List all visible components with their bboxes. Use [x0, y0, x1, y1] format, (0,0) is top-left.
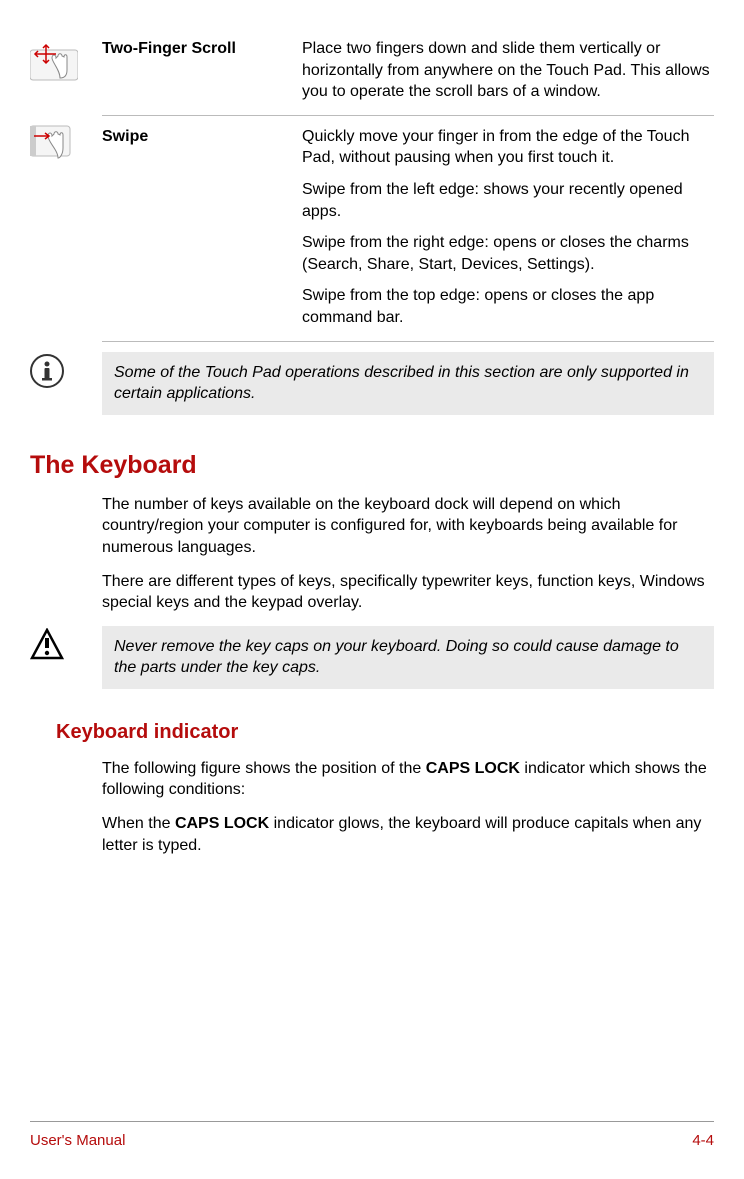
two-finger-scroll-icon [30, 40, 78, 88]
bold-text: CAPS LOCK [426, 760, 520, 777]
gesture-paragraph: Swipe from the right edge: opens or clos… [302, 232, 714, 275]
body-paragraph: When the CAPS LOCK indicator glows, the … [102, 813, 714, 856]
warning-icon [30, 628, 64, 662]
gesture-row: Swipe Quickly move your finger in from t… [30, 116, 714, 342]
footer-title: User's Manual [30, 1132, 125, 1149]
gesture-name: Two-Finger Scroll [102, 38, 302, 103]
gesture-paragraph: Swipe from the left edge: shows your rec… [302, 179, 714, 222]
warning-callout-text: Never remove the key caps on your keyboa… [102, 626, 714, 689]
gesture-illustration [30, 38, 102, 93]
gesture-paragraph: Swipe from the top edge: opens or closes… [302, 285, 714, 328]
gesture-name: Swipe [102, 126, 302, 329]
gesture-description: Quickly move your finger in from the edg… [302, 126, 714, 329]
gesture-illustration [30, 116, 102, 171]
body-paragraph: The following figure shows the position … [102, 758, 714, 801]
warning-callout: Never remove the key caps on your keyboa… [30, 626, 714, 689]
sub-heading: Keyboard indicator [56, 721, 714, 744]
info-callout: Some of the Touch Pad operations describ… [30, 352, 714, 415]
gesture-paragraph: Place two fingers down and slide them ve… [302, 38, 714, 103]
info-callout-text: Some of the Touch Pad operations describ… [102, 352, 714, 415]
swipe-icon [30, 118, 78, 166]
gesture-row: Two-Finger Scroll Place two fingers down… [30, 38, 714, 116]
gesture-paragraph: Quickly move your finger in from the edg… [302, 126, 714, 169]
gesture-description: Place two fingers down and slide them ve… [302, 38, 714, 103]
info-icon [30, 354, 64, 388]
page-footer: User's Manual 4-4 [30, 1121, 714, 1149]
body-paragraph: The number of keys available on the keyb… [102, 494, 714, 559]
body-paragraph: There are different types of keys, speci… [102, 571, 714, 614]
bold-text: CAPS LOCK [175, 815, 269, 832]
page-number: 4-4 [692, 1132, 714, 1149]
text-segment: When the [102, 815, 175, 832]
section-heading: The Keyboard [30, 451, 714, 480]
text-segment: The following figure shows the position … [102, 760, 426, 777]
